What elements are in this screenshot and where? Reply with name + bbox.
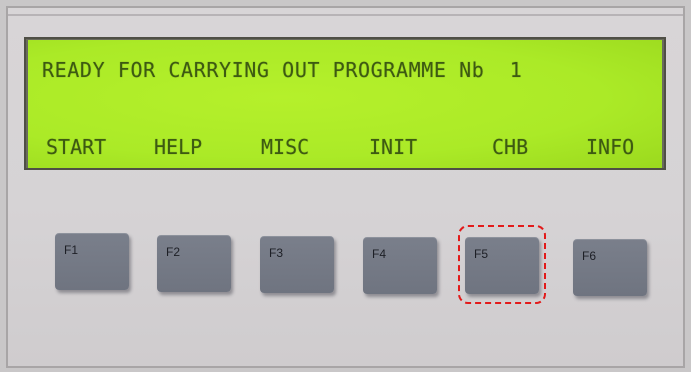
lcd-display: READY FOR CARRYING OUT PROGRAMME Nb 1 ST… [28, 40, 662, 168]
lcd-menu-info: INFO [586, 135, 635, 159]
lcd-menu-chb: CHB [492, 135, 529, 159]
panel-edge [8, 14, 683, 16]
f1-button[interactable]: F1 [55, 233, 129, 290]
f3-label: F3 [269, 246, 284, 260]
f2-button[interactable]: F2 [157, 235, 231, 292]
f4-label: F4 [372, 247, 387, 261]
f1-label: F1 [64, 243, 79, 257]
f6-button[interactable]: F6 [573, 239, 647, 296]
lcd-menu-init: INIT [369, 135, 418, 159]
f5-highlight-marker [458, 225, 546, 304]
lcd-status-line: READY FOR CARRYING OUT PROGRAMME Nb 1 [42, 58, 523, 82]
lcd-menu-misc: MISC [261, 135, 310, 159]
lcd-menu-start: START [46, 135, 107, 159]
f4-button[interactable]: F4 [363, 237, 437, 294]
f3-button[interactable]: F3 [260, 236, 334, 293]
f6-label: F6 [582, 249, 597, 263]
lcd-menu-help: HELP [154, 135, 203, 159]
f2-label: F2 [166, 245, 181, 259]
